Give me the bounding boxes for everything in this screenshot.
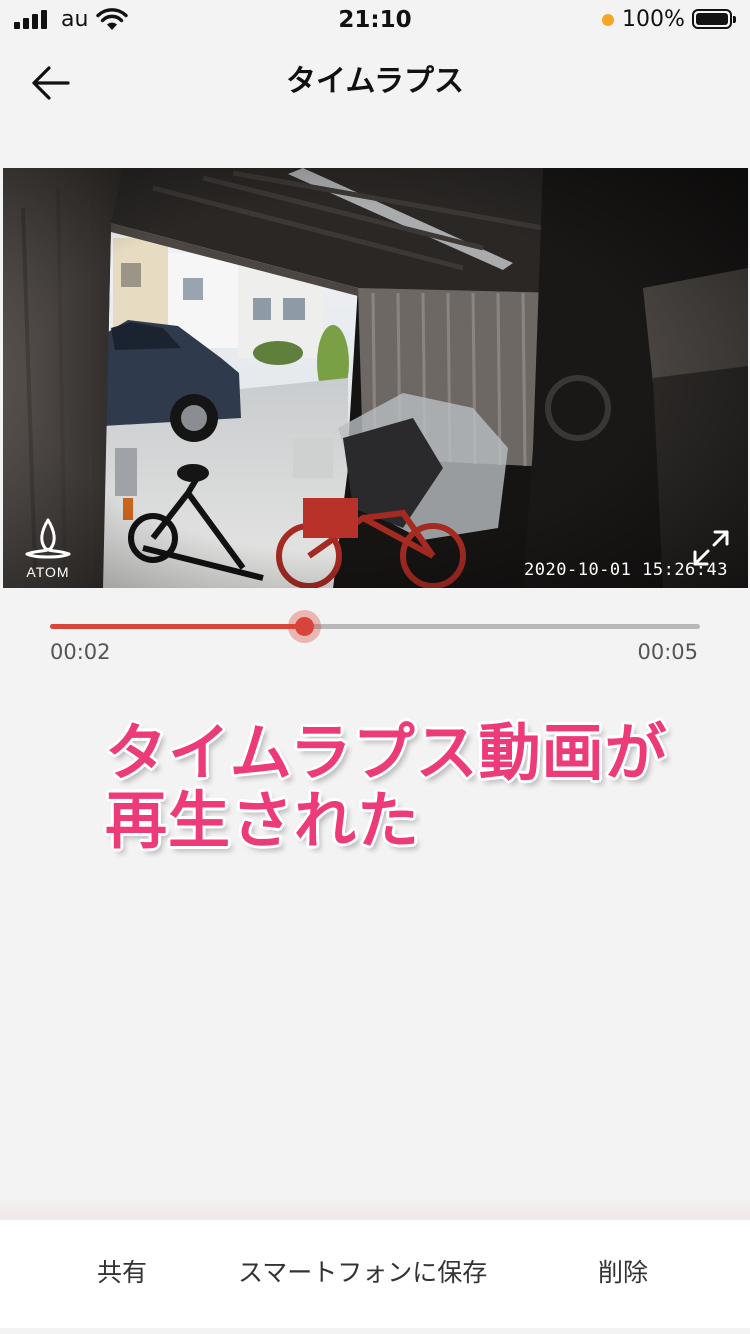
- action-bar: 共有 スマートフォンに保存 削除: [0, 1220, 750, 1328]
- atom-logo: ATOM: [21, 516, 75, 580]
- save-to-phone-button[interactable]: スマートフォンに保存: [238, 1256, 487, 1290]
- video-player[interactable]: ATOM 2020-10-01 15:26:43: [3, 168, 748, 588]
- action-bar-shadow: [0, 1196, 750, 1220]
- playback-progress-slider[interactable]: [50, 610, 700, 643]
- battery-icon: [692, 9, 736, 29]
- video-frame-image: [3, 168, 748, 588]
- privacy-indicator-dot: [602, 14, 614, 26]
- page-title: タイムラプス: [286, 64, 464, 99]
- caption-line-2: 再生された: [105, 784, 421, 857]
- caption-annotation: タイムラプス動画が 再生された: [105, 718, 725, 856]
- share-button[interactable]: 共有: [97, 1256, 147, 1290]
- battery-percentage: 100%: [622, 7, 685, 32]
- caption-line-1: タイムラプス動画が: [105, 716, 668, 789]
- progress-thumb[interactable]: [287, 610, 321, 643]
- current-time: 00:02: [50, 640, 111, 664]
- logo-text: ATOM: [26, 564, 70, 580]
- delete-button[interactable]: 削除: [598, 1256, 648, 1290]
- status-bar: au 21:10 100%: [0, 0, 750, 40]
- total-time: 00:05: [637, 640, 698, 664]
- progress-fill: [50, 624, 304, 629]
- atom-logo-icon: [25, 518, 71, 559]
- expand-icon[interactable]: [691, 528, 731, 568]
